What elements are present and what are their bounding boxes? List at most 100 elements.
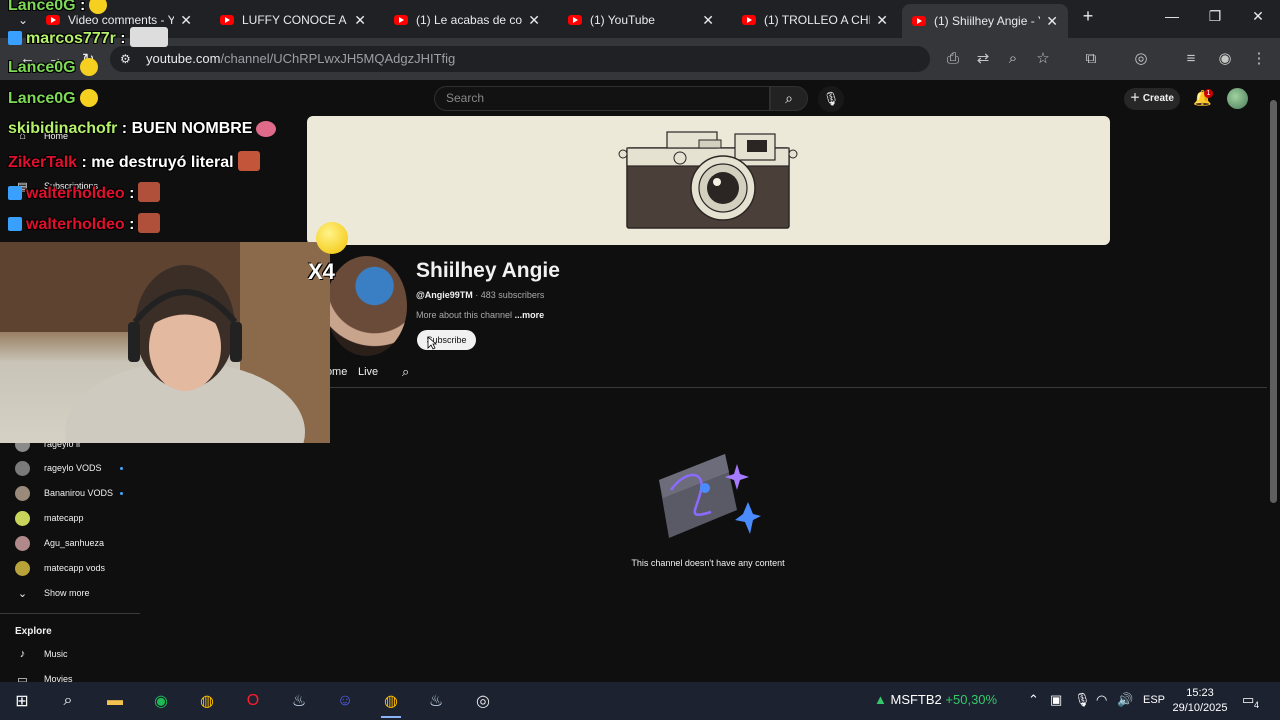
scrollbar-thumb[interactable] bbox=[1270, 100, 1277, 503]
emote-icon bbox=[237, 151, 260, 171]
sidebar-subscription[interactable]: Agu_sanhueza bbox=[0, 532, 140, 554]
chat-message: skibidinachofr : BUEN NOMBRE bbox=[8, 120, 277, 138]
badge-icon bbox=[8, 217, 22, 231]
sidebar-item-music[interactable]: ♪ Music bbox=[0, 643, 140, 665]
volume-icon[interactable]: 🔊 bbox=[1117, 692, 1133, 708]
live-indicator bbox=[120, 467, 123, 470]
steam-icon[interactable]: ♨ bbox=[424, 689, 448, 713]
sidebar-subscription[interactable]: Bananirou VODS bbox=[0, 482, 140, 504]
browser-tab-active[interactable]: (1) Shiilhey Angie - Yo ✕ bbox=[902, 4, 1068, 38]
channel-about[interactable]: More about this channel ...more bbox=[416, 310, 544, 320]
start-icon[interactable]: ⊞ bbox=[10, 689, 34, 713]
chat-message: Lance0G bbox=[8, 58, 98, 77]
media-control-icon[interactable]: ◎ bbox=[1130, 48, 1152, 70]
close-icon[interactable]: ✕ bbox=[528, 12, 540, 29]
youtube-icon bbox=[394, 15, 408, 25]
menu-kebab-icon[interactable]: ⋮ bbox=[1248, 48, 1270, 70]
stock-up-icon: ▲ bbox=[874, 692, 891, 707]
browser-tab[interactable]: (1) Le acabas de com ✕ bbox=[384, 6, 550, 34]
bookmark-star-icon[interactable]: ☆ bbox=[1032, 48, 1054, 70]
close-icon[interactable]: ✕ bbox=[1046, 13, 1058, 30]
browser-tab[interactable]: (1) YouTube ✕ bbox=[558, 6, 724, 34]
emote-icon bbox=[79, 58, 98, 76]
mouse-cursor-icon bbox=[427, 336, 437, 350]
search-button[interactable]: ⌕ bbox=[770, 86, 808, 111]
chevron-up-icon[interactable]: ⌃ bbox=[1028, 692, 1039, 708]
file-explorer-icon[interactable]: ▬ bbox=[103, 689, 127, 713]
profile-icon[interactable]: ◉ bbox=[1214, 48, 1236, 70]
create-button[interactable]: ＋ Create bbox=[1124, 88, 1180, 110]
avatar bbox=[15, 560, 30, 576]
channel-avatar[interactable] bbox=[326, 256, 407, 356]
channel-name: Shiilhey Angie bbox=[416, 259, 560, 282]
browser-tab-bar: ⌄ Video comments - Yo ✕ LUFFY CONOCE A M… bbox=[0, 0, 1280, 38]
browser-tab[interactable]: (1) TROLLEO A CHICA ✕ bbox=[732, 6, 898, 34]
language-indicator[interactable]: ESP bbox=[1143, 694, 1165, 706]
chat-message: walterholdeo : bbox=[8, 213, 161, 234]
chrome-active-icon[interactable]: ◍ bbox=[379, 689, 403, 718]
close-icon[interactable]: ✕ bbox=[180, 12, 192, 29]
emote-icon bbox=[256, 121, 277, 137]
zoom-icon[interactable]: ⌕ bbox=[1002, 48, 1024, 70]
badge-icon bbox=[8, 186, 22, 200]
chrome-icon[interactable]: ◍ bbox=[195, 689, 219, 713]
empty-content-illustration bbox=[659, 454, 761, 538]
install-app-icon[interactable]: ⎙ bbox=[942, 48, 964, 70]
chat-message: Lance0G : bbox=[8, 0, 108, 15]
webcam-overlay bbox=[0, 242, 330, 443]
opera-icon[interactable]: O bbox=[241, 689, 265, 713]
emote-icon bbox=[79, 89, 98, 107]
youtube-icon bbox=[568, 15, 582, 25]
close-window-icon[interactable]: ✕ bbox=[1248, 8, 1268, 25]
emote-icon bbox=[129, 27, 168, 47]
translate-icon[interactable]: ⇄ bbox=[972, 48, 994, 70]
close-icon[interactable]: ✕ bbox=[354, 12, 366, 29]
webcam-figure bbox=[0, 242, 330, 443]
avatar bbox=[15, 460, 30, 476]
extensions-icon[interactable]: ⧉ bbox=[1080, 48, 1102, 70]
meet-now-icon[interactable]: ▣ bbox=[1050, 692, 1062, 708]
badge-icon bbox=[8, 31, 22, 45]
reading-list-icon[interactable]: ≡ bbox=[1180, 48, 1202, 70]
notification-count: 4 bbox=[1254, 700, 1260, 710]
multiplier-label: X4 bbox=[308, 259, 335, 284]
close-icon[interactable]: ✕ bbox=[876, 12, 888, 29]
show-more-button[interactable]: ⌄ Show more bbox=[0, 582, 140, 604]
site-info-icon[interactable]: ⚙ bbox=[120, 52, 131, 66]
restore-icon[interactable]: ❐ bbox=[1205, 8, 1225, 25]
new-tab-button[interactable]: + bbox=[1078, 6, 1098, 27]
empty-message: This channel doesn't have any content bbox=[631, 558, 785, 568]
tabs-divider bbox=[307, 387, 1267, 388]
tab-live[interactable]: Live bbox=[358, 366, 378, 378]
youtube-icon bbox=[220, 15, 234, 25]
chat-message: walterholdeo : bbox=[8, 182, 161, 203]
microphone-icon[interactable]: 🎙 bbox=[1074, 692, 1091, 708]
spotify-icon[interactable]: ◉ bbox=[149, 689, 173, 713]
sidebar-subscription[interactable]: matecapp bbox=[0, 507, 140, 529]
sidebar-subscription[interactable]: rageylo VODS bbox=[0, 457, 140, 479]
youtube-icon bbox=[742, 15, 756, 25]
sidebar-subscription[interactable]: matecapp vods bbox=[0, 557, 140, 579]
search-icon[interactable]: ⌕ bbox=[56, 689, 80, 713]
close-icon[interactable]: ✕ bbox=[702, 12, 714, 29]
clock[interactable]: 15:23 29/10/2025 bbox=[1168, 686, 1232, 716]
account-avatar[interactable] bbox=[1227, 88, 1248, 109]
voice-search-button[interactable]: 🎙 bbox=[818, 86, 844, 112]
url-field[interactable]: youtube.com/channel/UChRPLwxJH5MQAdgzJHI… bbox=[110, 46, 930, 72]
subscribe-button[interactable]: Subscribe bbox=[417, 330, 476, 350]
minimize-icon[interactable]: — bbox=[1162, 8, 1182, 24]
browser-tab[interactable]: LUFFY CONOCE A MI ✕ bbox=[210, 6, 376, 34]
obs-icon[interactable]: ◎ bbox=[471, 689, 495, 713]
stock-ticker[interactable]: ▲ MSFTB2 +50,30% bbox=[874, 692, 997, 707]
channel-meta: @Angie99TM · 483 subscribers bbox=[416, 290, 545, 300]
notification-center-icon[interactable]: ▭ bbox=[1242, 692, 1254, 708]
channel-search-icon[interactable]: ⌕ bbox=[402, 364, 409, 380]
search-input[interactable]: Search bbox=[434, 86, 770, 111]
chat-message: ZikerTalk : me destruyó literal bbox=[8, 151, 260, 172]
steam-icon[interactable]: ♨ bbox=[287, 689, 311, 713]
smiley-emote-icon bbox=[316, 222, 348, 254]
wifi-icon[interactable]: ◠ bbox=[1096, 692, 1107, 708]
explore-heading: Explore bbox=[15, 626, 52, 637]
discord-icon[interactable]: ☺ bbox=[333, 689, 357, 713]
channel-banner bbox=[307, 116, 1110, 245]
